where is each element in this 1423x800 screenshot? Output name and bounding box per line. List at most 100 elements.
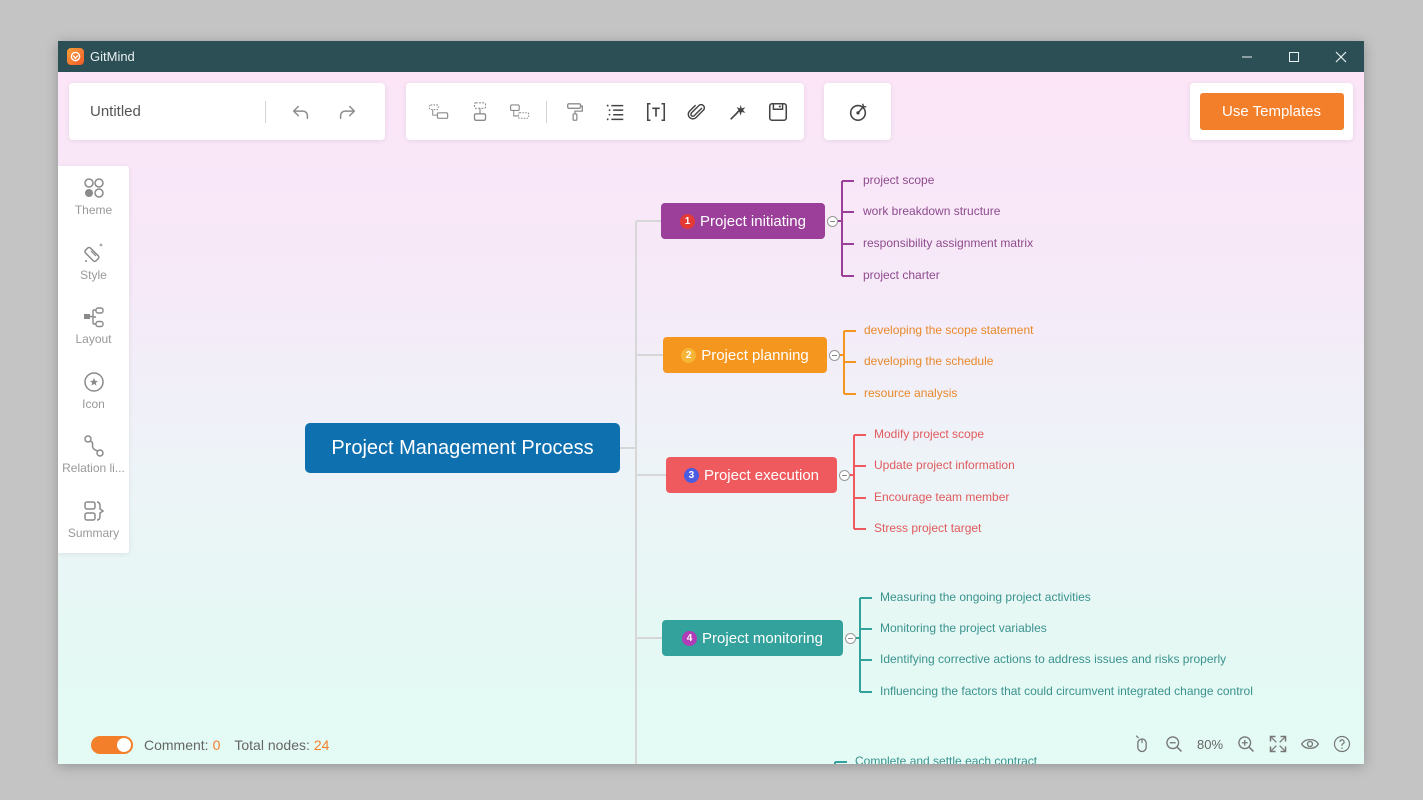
leaf-node[interactable]: project charter [863, 268, 940, 282]
redo-button[interactable] [324, 95, 370, 129]
outline-button[interactable] [601, 95, 631, 129]
layout-icon [83, 307, 104, 328]
comment-count: 0 [212, 737, 221, 753]
list-icon [607, 104, 624, 120]
leaf-node[interactable]: Measuring the ongoing project activities [880, 590, 1091, 604]
close-icon [1335, 51, 1346, 62]
maximize-icon [1288, 51, 1299, 62]
leaf-node[interactable]: Encourage team member [874, 490, 1009, 504]
priority-badge: 3 [683, 467, 699, 483]
root-node[interactable]: Project Management Process [305, 423, 620, 473]
insert-sibling-icon [473, 101, 486, 121]
comment-label: Comment: [144, 737, 209, 753]
close-button[interactable] [1317, 41, 1364, 72]
insert-sibling-node-button[interactable] [465, 95, 495, 129]
magic-wand-icon [729, 104, 745, 120]
app-title: GitMind [90, 49, 135, 64]
sidebar-item-icon[interactable]: Icon [58, 368, 129, 433]
fit-screen-icon [1269, 735, 1287, 753]
branch-label: Project execution [703, 466, 820, 484]
leaf-node[interactable]: developing the schedule [864, 354, 993, 368]
leaf-node[interactable]: responsibility assignment matrix [863, 236, 1033, 250]
document-title[interactable]: Untitled [90, 103, 265, 120]
paperclip-icon [687, 103, 705, 120]
priority-badge: 2 [681, 347, 697, 363]
zoom-out-icon [1166, 736, 1183, 753]
branch-node[interactable]: 2 Project planning [663, 337, 827, 373]
branch-node[interactable]: 1 Project initiating [661, 203, 825, 239]
sidebar-label: Theme [74, 203, 113, 217]
help-button[interactable] [1326, 728, 1358, 760]
text-button[interactable] [641, 95, 671, 129]
branch-label: Project planning [701, 346, 809, 364]
collapse-toggle[interactable] [827, 215, 838, 227]
toggle-knob [117, 738, 131, 752]
branch-node[interactable]: 3 Project execution [666, 457, 837, 493]
undo-icon [292, 105, 309, 119]
preview-button[interactable] [1294, 728, 1326, 760]
attachment-button[interactable] [682, 95, 712, 129]
total-nodes-count: 24 [313, 737, 330, 753]
insert-child-icon [510, 103, 530, 119]
help-icon [1333, 735, 1351, 753]
leaf-node[interactable]: work breakdown structure [863, 204, 1000, 218]
leaf-node[interactable]: developing the scope statement [864, 323, 1033, 337]
maximize-button[interactable] [1270, 41, 1317, 72]
insert-parent-node-button[interactable] [424, 95, 454, 129]
edit-toolbar [406, 83, 804, 140]
text-box-icon [647, 102, 666, 121]
eye-icon [1300, 738, 1320, 750]
sidebar-item-style[interactable]: Style [58, 239, 129, 304]
fit-screen-button[interactable] [1262, 728, 1294, 760]
leaf-node[interactable]: Influencing the factors that could circu… [880, 684, 1253, 698]
leaf-node[interactable]: Update project information [874, 458, 1015, 472]
divider [546, 100, 547, 123]
collapse-toggle[interactable] [845, 632, 856, 644]
leaf-node[interactable]: resource analysis [864, 386, 957, 400]
gitmind-logo-icon [67, 48, 84, 65]
mouse-icon [1135, 735, 1147, 753]
total-nodes-label: Total nodes: [234, 737, 310, 753]
collapse-toggle[interactable] [829, 349, 840, 361]
target-icon [849, 103, 866, 121]
sidebar-item-layout[interactable]: Layout [58, 303, 129, 368]
zoom-in-button[interactable] [1230, 728, 1262, 760]
status-bar-right: 80% [1126, 728, 1358, 760]
save-button[interactable] [763, 95, 793, 129]
branch-node[interactable]: 4 Project monitoring [662, 620, 843, 656]
leaf-node[interactable]: Identifying corrective actions to addres… [880, 652, 1226, 666]
branch-label: Project monitoring [702, 629, 823, 647]
redo-icon [339, 105, 356, 119]
collapse-toggle[interactable] [839, 469, 850, 481]
leaf-node[interactable]: Complete and settle each contract [855, 754, 1037, 764]
relation-line-icon [83, 435, 104, 457]
leaf-node[interactable]: Monitoring the project variables [880, 621, 1047, 635]
sidebar-item-theme[interactable]: Theme [58, 174, 129, 239]
mindmap-canvas[interactable]: Project Management Process 1 Project initi… [58, 72, 1364, 764]
sidebar-item-summary[interactable]: Summary [58, 497, 129, 562]
app-window: GitMind Project Management Process 1 Proje… [58, 41, 1364, 764]
insert-child-node-button[interactable] [505, 95, 535, 129]
templates-panel: Use Templates [1190, 83, 1353, 140]
priority-badge: 4 [682, 630, 698, 646]
zoom-level: 80% [1196, 736, 1224, 752]
magic-button[interactable] [723, 95, 753, 129]
style-icon [83, 242, 103, 262]
document-title-panel: Untitled [69, 83, 385, 140]
sidebar-item-relation-line[interactable]: Relation li... [58, 432, 129, 497]
leaf-node[interactable]: Modify project scope [874, 427, 984, 441]
leaf-node[interactable]: project scope [863, 173, 934, 187]
star-circle-icon [83, 371, 104, 392]
leaf-node[interactable]: Stress project target [874, 521, 981, 535]
format-painter-button[interactable] [560, 95, 590, 129]
status-bar-left: Comment: 0 Total nodes: 24 [91, 736, 343, 754]
use-templates-button[interactable]: Use Templates [1199, 93, 1344, 130]
undo-button[interactable] [278, 95, 324, 129]
target-button[interactable] [841, 95, 875, 129]
mouse-mode-button[interactable] [1126, 728, 1158, 760]
zoom-in-icon [1238, 736, 1255, 753]
minimize-button[interactable] [1223, 41, 1270, 72]
left-sidebar: Theme Style Layout Icon Relation li... S… [58, 166, 129, 553]
zoom-out-button[interactable] [1158, 728, 1190, 760]
comment-toggle[interactable] [91, 736, 133, 754]
